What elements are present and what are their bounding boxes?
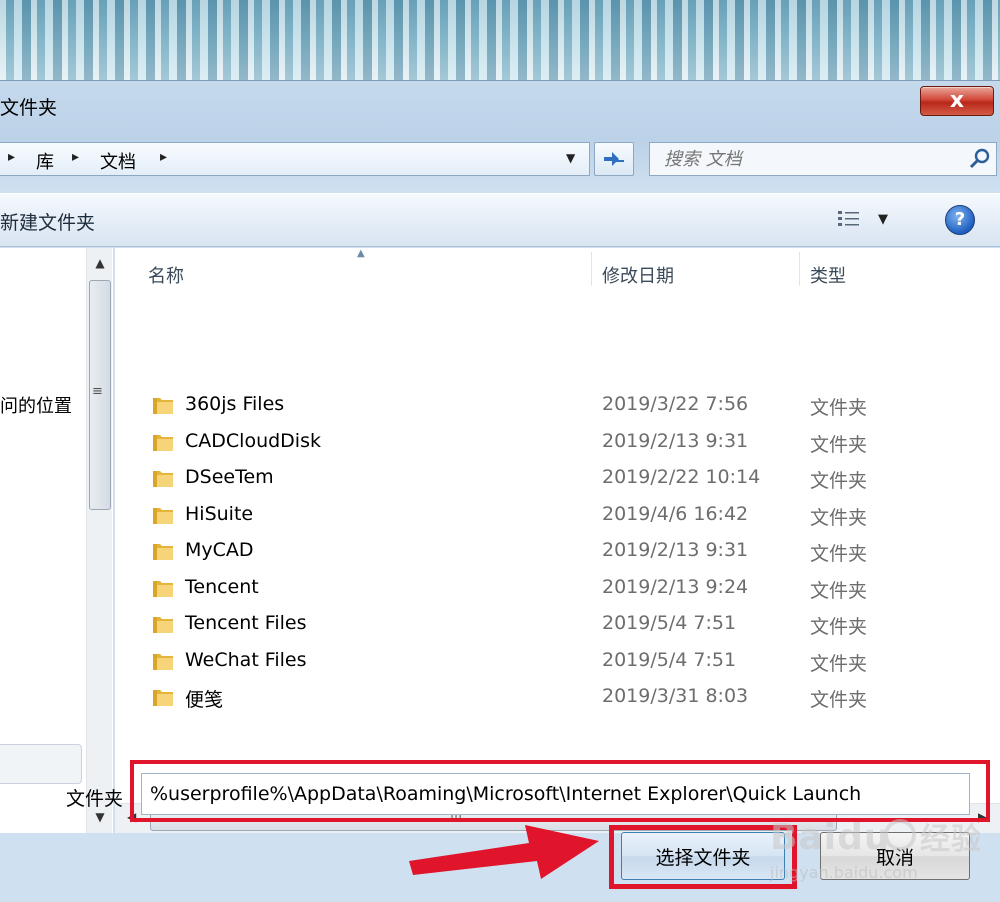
file-row[interactable]: DSeeTem 2019/2/22 10:14 文件夹 [115, 460, 1000, 496]
file-type: 文件夹 [810, 616, 868, 638]
folder-icon [153, 398, 173, 414]
breadcrumb-arrow-icon[interactable]: ▸ [160, 149, 167, 165]
file-name[interactable]: DSeeTem [185, 466, 274, 488]
file-row[interactable]: Tencent 2019/2/13 9:24 文件夹 [115, 570, 1000, 606]
column-divider[interactable] [591, 252, 592, 286]
scroll-grip-icon: ≡ [92, 384, 103, 399]
file-type: 文件夹 [810, 506, 868, 529]
folder-icon [153, 690, 173, 706]
file-date: 2019/3/22 7:56 [602, 393, 749, 415]
file-row[interactable]: CADCloudDisk 2019/2/13 9:31 文件夹 [115, 424, 1000, 460]
scroll-down-icon[interactable]: ▼ [87, 810, 113, 824]
file-type: 文件夹 [810, 689, 868, 711]
nav-collapsed-item[interactable] [0, 744, 82, 784]
folder-icon [153, 507, 173, 524]
search-box[interactable] [649, 142, 997, 176]
folder-icon [153, 617, 173, 633]
watermark: Baidu 经验 jingyan.baidu.com [760, 801, 990, 901]
breadcrumb-arrow-icon[interactable]: ▸ [72, 149, 79, 165]
toolbar: 新建文件夹 ▼ ? [0, 193, 1000, 247]
file-date: 2019/2/13 9:31 [602, 429, 749, 452]
column-header-name[interactable]: 名称 [148, 262, 184, 288]
watermark-logo: Baidu 经验 [770, 811, 981, 870]
refresh-icon [604, 152, 624, 166]
view-options-icon[interactable] [836, 208, 864, 235]
nav-vertical-scrollbar[interactable]: ▲ ≡ ▼ [86, 248, 112, 833]
file-date: 2019/2/13 9:24 [602, 575, 749, 598]
search-input[interactable] [650, 143, 950, 175]
file-date: 2019/5/4 7:51 [602, 612, 737, 634]
close-button[interactable]: x [920, 86, 994, 116]
view-dropdown-icon[interactable]: ▼ [878, 212, 888, 227]
file-row[interactable]: WeChat Files 2019/5/4 7:51 文件夹 [115, 643, 1000, 679]
file-row[interactable]: HiSuite 2019/4/6 16:42 文件夹 [115, 497, 1000, 533]
breadcrumb-libraries[interactable]: 库 [36, 148, 54, 174]
file-row[interactable]: 便笺 2019/3/31 8:03 文件夹 [115, 679, 1000, 715]
address-bar[interactable]: ▸ 库 ▸ 文档 ▸ ▼ [0, 142, 590, 176]
file-type: 文件夹 [810, 543, 868, 565]
file-name[interactable]: Tencent Files [185, 612, 306, 634]
navigation-pane: 问的位置 ▲ ≡ ▼ [0, 248, 114, 833]
file-name[interactable]: CADCloudDisk [185, 430, 321, 452]
breadcrumb-arrow-icon[interactable]: ▸ [8, 149, 15, 165]
breadcrumb-documents[interactable]: 文档 [100, 148, 136, 174]
folder-icon [153, 653, 173, 670]
search-icon[interactable] [968, 147, 992, 171]
file-name[interactable]: MyCAD [185, 539, 254, 561]
file-name[interactable]: 360js Files [185, 393, 284, 415]
file-date: 2019/5/4 7:51 [602, 648, 737, 671]
file-name[interactable]: 便笺 [185, 685, 223, 712]
folder-icon [153, 434, 173, 451]
nav-item-recent-places[interactable]: 问的位置 [0, 392, 72, 418]
new-folder-button[interactable]: 新建文件夹 [0, 208, 95, 235]
folder-icon [153, 580, 173, 597]
folder-icon [153, 544, 173, 560]
file-date: 2019/2/22 10:14 [602, 466, 761, 488]
file-date: 2019/3/31 8:03 [602, 685, 749, 707]
svg-text:Baidu: Baidu [770, 817, 890, 858]
file-name[interactable]: WeChat Files [185, 649, 307, 671]
file-row[interactable]: MyCAD 2019/2/13 9:31 文件夹 [115, 533, 1000, 569]
file-type: 文件夹 [810, 652, 868, 675]
folder-dialog: 文件夹 x ▸ 库 ▸ 文档 ▸ ▼ 新建文件夹 ▼ ? [0, 80, 1000, 902]
file-date: 2019/2/13 9:31 [602, 539, 749, 561]
scroll-up-icon[interactable]: ▲ [87, 256, 113, 270]
svg-text:经验: 经验 [920, 822, 980, 857]
column-header-date[interactable]: 修改日期 [602, 262, 674, 288]
red-arrow-annotation [409, 825, 599, 879]
address-dropdown-icon[interactable]: ▼ [566, 151, 575, 165]
folder-icon [153, 471, 173, 487]
desktop-background [0, 0, 1000, 82]
file-date: 2019/4/6 16:42 [602, 502, 749, 525]
column-header-type[interactable]: 类型 [810, 262, 846, 288]
file-list: ▲ 名称 修改日期 类型 360js Files 2019/3/22 7:56 文件… [115, 248, 1000, 803]
help-button[interactable]: ? [945, 205, 975, 235]
refresh-button[interactable] [594, 142, 634, 176]
dialog-title: 文件夹 [0, 97, 58, 119]
file-type: 文件夹 [810, 470, 868, 492]
file-type: 文件夹 [810, 397, 868, 419]
watermark-url: jingyan.baidu.com [770, 863, 918, 882]
column-divider[interactable] [799, 252, 800, 286]
file-row[interactable]: Tencent Files 2019/5/4 7:51 文件夹 [115, 606, 1000, 642]
sort-ascending-icon: ▲ [357, 248, 365, 259]
file-name[interactable]: Tencent [185, 576, 259, 598]
file-name[interactable]: HiSuite [185, 503, 253, 525]
folder-field-label: 文件夹 [66, 788, 124, 810]
file-row[interactable]: 360js Files 2019/3/22 7:56 文件夹 [115, 387, 1000, 423]
file-type: 文件夹 [810, 433, 868, 456]
file-type: 文件夹 [810, 579, 868, 602]
